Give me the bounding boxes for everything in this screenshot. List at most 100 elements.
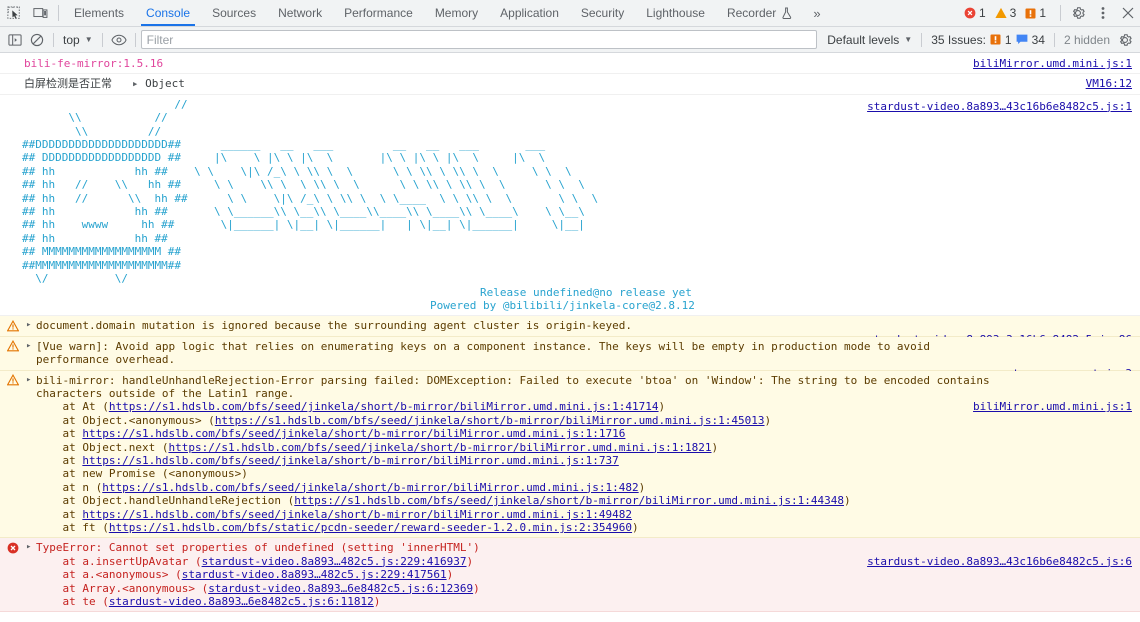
device-toolbar-icon[interactable]: [27, 0, 54, 26]
issue-counters[interactable]: 1 3 1: [964, 0, 1056, 26]
info-counter[interactable]: 1: [1025, 6, 1046, 20]
issues-orange-count: 1: [1004, 32, 1012, 47]
ascii-art-banner: // \\ // \\ // ##DDDDDDDDDDDDDDDDDDDD## …: [22, 97, 599, 286]
issues-blue-count: 34: [1031, 32, 1045, 47]
stack-frame-prefix: at: [36, 507, 83, 521]
console-settings-icon[interactable]: [1114, 29, 1136, 51]
console-sidebar-icon[interactable]: [4, 29, 26, 51]
stack-frame-link[interactable]: https://s1.hdslb.com/bfs/seed/jinkela/sh…: [82, 454, 618, 467]
tab-performance[interactable]: Performance: [333, 0, 424, 26]
tab-console[interactable]: Console: [135, 0, 201, 26]
toolbar-divider-2: [101, 32, 103, 47]
stack-frame-prefix: at a.<anonymous> (: [36, 568, 182, 582]
console-message-warning[interactable]: ▸ [Vue warn]: Avoid app logic that relie…: [0, 336, 1140, 380]
tab-application[interactable]: Application: [489, 0, 570, 26]
tab-label: Elements: [74, 6, 125, 20]
toolbar-divider-3: [134, 32, 136, 47]
stack-frame-link[interactable]: https://s1.hdslb.com/bfs/seed/jinkela/sh…: [102, 481, 638, 494]
console-message-log[interactable]: 白屏检测是否正常 ▸ Object VM16:12: [0, 74, 1140, 95]
console-message-error[interactable]: ▸ TypeError: Cannot set properties of un…: [0, 538, 1140, 613]
tab-label: Console: [146, 6, 191, 20]
more-options-icon[interactable]: [1090, 0, 1115, 26]
stack-frame: at https://s1.hdslb.com/bfs/seed/jinkela…: [36, 427, 1140, 440]
stack-frame: at Object.next (https://s1.hdslb.com/bfs…: [36, 441, 1140, 454]
settings-gear-icon[interactable]: [1065, 0, 1090, 26]
stack-frame: at te (stardust-video.8a893…6e8482c5.js:…: [36, 595, 1140, 608]
live-expressions-icon[interactable]: [108, 29, 130, 51]
tab-lighthouse[interactable]: Lighthouse: [635, 0, 716, 26]
source-link[interactable]: VM16:12: [1086, 77, 1132, 90]
issue-square-icon: [1025, 8, 1036, 18]
console-message-ascii-banner[interactable]: stardust-video.8a893…43c16b6e8482c5.js:1…: [0, 95, 1140, 317]
stack-frame-link[interactable]: stardust-video.8a893…482c5.js:229:416937: [202, 555, 467, 568]
console-message-warning[interactable]: ▸ document.domain mutation is ignored be…: [0, 316, 1140, 346]
tabbar-divider-2: [1060, 5, 1061, 21]
close-icon[interactable]: [1115, 0, 1140, 26]
more-tabs-button[interactable]: »: [803, 0, 830, 26]
tab-elements[interactable]: Elements: [63, 0, 135, 26]
chevron-down-icon: ▼: [904, 34, 913, 44]
stack-frame-link[interactable]: https://s1.hdslb.com/bfs/static/pcdn-see…: [109, 521, 632, 534]
expand-arrow-icon[interactable]: ▸: [119, 77, 146, 90]
stack-frame-prefix: at Array.<anonymous> (: [36, 581, 209, 595]
tab-label: Memory: [434, 6, 479, 20]
warning-count: 3: [1009, 6, 1017, 20]
execution-context-label: top: [63, 32, 80, 47]
stack-frame-prefix: at a.insertUpAvatar (: [36, 554, 202, 568]
issues-summary[interactable]: 35 Issues: 1 34: [927, 33, 1049, 47]
issues-label: 35 Issues:: [931, 32, 986, 47]
release-line: Release undefined@no release yet: [480, 285, 692, 299]
stack-frame-prefix: at ft (: [36, 521, 109, 534]
stack-frame-prefix: at Object.<anonymous> (: [36, 413, 215, 427]
execution-context-selector[interactable]: top ▼: [59, 30, 97, 49]
console-message-list[interactable]: bili-fe-mirror:1.5.16 biliMirror.umd.min…: [0, 54, 1140, 622]
stack-frame-link[interactable]: https://s1.hdslb.com/bfs/seed/jinkela/sh…: [109, 400, 659, 413]
stack-frame-link[interactable]: https://s1.hdslb.com/bfs/seed/jinkela/sh…: [168, 441, 711, 454]
info-count: 1: [1039, 6, 1046, 20]
tab-label: Security: [580, 6, 625, 20]
stack-frame-suffix: ): [764, 413, 772, 427]
tab-memory[interactable]: Memory: [424, 0, 489, 26]
hidden-messages-count[interactable]: 2 hidden: [1060, 33, 1114, 47]
issue-speech-bubble-icon: [1016, 34, 1028, 45]
stack-frame-link[interactable]: stardust-video.8a893…6e8482c5.js:6:12369: [208, 582, 473, 595]
clear-console-icon[interactable]: [26, 29, 48, 51]
tabbar-spacer: [831, 0, 964, 26]
error-count: 1: [978, 6, 986, 20]
stack-frame-suffix: ): [446, 568, 454, 582]
stack-frame: at https://s1.hdslb.com/bfs/seed/jinkela…: [36, 454, 1140, 467]
warning-counter[interactable]: 3: [995, 6, 1017, 20]
tab-security[interactable]: Security: [570, 0, 635, 26]
error-counter[interactable]: 1: [964, 6, 986, 20]
tab-sources[interactable]: Sources: [201, 0, 267, 26]
tab-label: Performance: [344, 6, 413, 20]
object-preview[interactable]: Object: [145, 77, 185, 90]
log-level-selector[interactable]: Default levels ▼: [823, 33, 916, 47]
stack-frame-suffix: ): [632, 521, 639, 534]
source-link[interactable]: stardust-video.8a893…43c16b6e8482c5.js:6: [867, 555, 1132, 568]
tab-recorder[interactable]: Recorder: [716, 0, 803, 26]
stack-frame-prefix: at Object.handleUnhandleRejection (: [36, 494, 295, 508]
stack-frame: at Array.<anonymous> (stardust-video.8a8…: [36, 582, 1140, 595]
stack-frame-link[interactable]: stardust-video.8a893…482c5.js:229:417561: [182, 568, 447, 581]
console-message-log[interactable]: bili-fe-mirror:1.5.16 biliMirror.umd.min…: [0, 54, 1140, 75]
console-message-warning[interactable]: ▸ bili-mirror: handleUnhandleRejection-E…: [0, 370, 1140, 539]
issue-square-icon: [990, 34, 1001, 45]
tab-label: Recorder: [726, 6, 777, 20]
stack-frame-prefix: at Object.next (: [36, 440, 169, 454]
stack-frame: at https://s1.hdslb.com/bfs/seed/jinkela…: [36, 508, 1140, 521]
stack-frame-link[interactable]: stardust-video.8a893…6e8482c5.js:6:11812: [109, 595, 374, 608]
inspect-element-icon[interactable]: [0, 0, 27, 26]
error-circle-icon: [964, 7, 976, 19]
stack-frame-link[interactable]: https://s1.hdslb.com/bfs/seed/jinkela/sh…: [294, 494, 844, 507]
stack-frame: at new Promise (<anonymous>): [36, 467, 1140, 480]
stack-frame-prefix: at n (: [36, 480, 103, 494]
source-link[interactable]: biliMirror.umd.mini.js:1: [973, 400, 1132, 413]
stack-frame-link[interactable]: https://s1.hdslb.com/bfs/seed/jinkela/sh…: [82, 427, 625, 440]
tab-network[interactable]: Network: [267, 0, 333, 26]
stack-frame-link[interactable]: https://s1.hdslb.com/bfs/seed/jinkela/sh…: [215, 414, 765, 427]
source-link[interactable]: biliMirror.umd.mini.js:1: [973, 57, 1132, 70]
filter-input[interactable]: [140, 30, 818, 49]
source-link[interactable]: stardust-video.8a893…43c16b6e8482c5.js:1: [867, 100, 1132, 113]
stack-frame-link[interactable]: https://s1.hdslb.com/bfs/seed/jinkela/sh…: [82, 508, 632, 521]
